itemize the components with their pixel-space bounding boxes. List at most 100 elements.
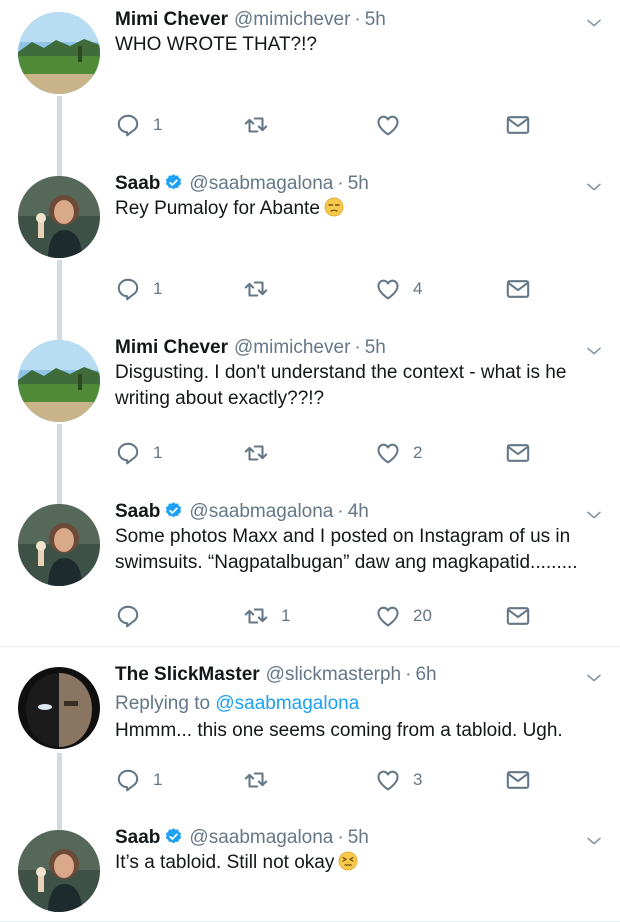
thread-line <box>57 424 62 490</box>
chevron-down-icon[interactable] <box>585 669 603 687</box>
display-name[interactable]: Saab <box>115 501 160 522</box>
retweet-button[interactable] <box>243 439 281 467</box>
thread-line <box>57 753 62 820</box>
timestamp[interactable]: 5h <box>348 173 369 194</box>
verified-badge-icon <box>164 501 183 520</box>
display-name[interactable]: Mimi Chever <box>115 9 228 30</box>
tweet[interactable]: Mimi Chever @mimichever · 5h WHO WROTE THAT… <box>0 0 620 162</box>
direct-message-button[interactable] <box>505 275 531 303</box>
action-bar: 1 4 <box>115 275 545 303</box>
user-handle[interactable]: @saabmagalona <box>189 173 333 194</box>
retweet-icon <box>243 276 269 302</box>
user-handle[interactable]: @mimichever <box>234 9 350 30</box>
like-button[interactable]: 3 <box>375 766 422 794</box>
direct-message-icon <box>505 112 531 138</box>
tweet[interactable]: Saab @saabmagalona · 4h Some photos Maxx an… <box>0 490 620 646</box>
replying-to-label: Replying to <box>115 693 211 714</box>
like-button[interactable]: 4 <box>375 275 422 303</box>
retweet-button[interactable] <box>243 766 281 794</box>
user-handle[interactable]: @saabmagalona <box>189 827 333 848</box>
retweet-icon <box>243 767 269 793</box>
tweet[interactable]: Saab @saabmagalona · 5h Rey Pumaloy for Aba… <box>0 162 620 326</box>
tweet-text: Hmmm... this one seems coming from a tab… <box>115 720 563 741</box>
chevron-down-icon[interactable] <box>585 342 603 360</box>
tweet-text: Rey Pumaloy for Abante <box>115 198 320 219</box>
timestamp[interactable]: 5h <box>348 827 369 848</box>
separator-dot: · <box>354 9 361 30</box>
retweet-button[interactable] <box>243 275 281 303</box>
reply-button[interactable]: 1 <box>115 111 162 139</box>
replying-to-line: Replying to @saabmagalona <box>115 691 595 717</box>
avatar[interactable] <box>18 176 100 258</box>
direct-message-button[interactable] <box>505 602 531 630</box>
avatar[interactable] <box>18 667 100 749</box>
reply-button[interactable]: 1 <box>115 766 162 794</box>
thread-line <box>57 260 62 326</box>
like-icon <box>375 440 401 466</box>
tweet-text: It’s a tabloid. Still not okay <box>115 852 335 873</box>
avatar[interactable] <box>18 504 100 586</box>
direct-message-icon <box>505 440 531 466</box>
tweet-header: The SlickMaster @slickmasterph · 6h <box>115 663 437 687</box>
tweet[interactable]: Mimi Chever @mimichever · 5h Disgusting. I … <box>0 326 620 490</box>
avatar[interactable] <box>18 830 100 912</box>
user-handle[interactable]: @mimichever <box>234 337 350 358</box>
chevron-down-icon[interactable] <box>585 178 603 196</box>
timestamp[interactable]: 4h <box>348 501 369 522</box>
display-name[interactable]: Mimi Chever <box>115 337 228 358</box>
like-count: 20 <box>413 606 432 625</box>
reply-button[interactable]: 1 <box>115 275 162 303</box>
action-bar: 1 20 <box>115 602 545 630</box>
like-icon <box>375 603 401 629</box>
reply-icon <box>115 603 141 629</box>
like-icon <box>375 112 401 138</box>
direct-message-button[interactable] <box>505 111 531 139</box>
like-button[interactable]: 2 <box>375 439 422 467</box>
tweet-text-block: It’s a tabloid. Still not okay <box>115 850 595 876</box>
separator-dot: · <box>337 501 344 522</box>
mention-link[interactable]: @saabmagalona <box>215 693 359 714</box>
direct-message-button[interactable] <box>505 439 531 467</box>
timestamp[interactable]: 6h <box>415 664 436 685</box>
like-button[interactable]: 20 <box>375 602 432 630</box>
avatar[interactable] <box>18 12 100 94</box>
reply-icon <box>115 276 141 302</box>
reply-icon <box>115 112 141 138</box>
retweet-icon <box>243 603 269 629</box>
display-name[interactable]: The SlickMaster <box>115 664 260 685</box>
like-count: 2 <box>413 443 423 462</box>
retweet-icon <box>243 440 269 466</box>
timestamp[interactable]: 5h <box>365 337 386 358</box>
retweet-button[interactable]: 1 <box>243 602 290 630</box>
display-name[interactable]: Saab <box>115 827 160 848</box>
direct-message-icon <box>505 276 531 302</box>
timestamp[interactable]: 5h <box>365 9 386 30</box>
direct-message-button[interactable] <box>505 766 531 794</box>
reply-icon <box>115 767 141 793</box>
separator-dot: · <box>337 827 344 848</box>
avatar[interactable] <box>18 340 100 422</box>
retweet-count: 1 <box>281 606 291 625</box>
tweet-header: Saab @saabmagalona · 4h <box>115 500 369 524</box>
chevron-down-icon[interactable] <box>585 832 603 850</box>
retweet-button[interactable] <box>243 111 281 139</box>
reply-button[interactable]: 1 <box>115 439 162 467</box>
user-handle[interactable]: @slickmasterph <box>266 664 401 685</box>
chevron-down-icon[interactable] <box>585 506 603 524</box>
tweet-header: Mimi Chever @mimichever · 5h <box>115 8 386 32</box>
chevron-down-icon[interactable] <box>585 14 603 32</box>
thread-line <box>57 820 62 830</box>
tweet-header: Saab @saabmagalona · 5h <box>115 826 369 850</box>
tweet[interactable]: Saab @saabmagalona · 5h It’s a tabloid. Sti… <box>0 820 620 922</box>
tweet[interactable]: The SlickMaster @slickmasterph · 6h Replyin… <box>0 647 620 820</box>
tweet-text: Some photos Maxx and I posted on Instagr… <box>115 526 578 573</box>
user-handle[interactable]: @saabmagalona <box>189 501 333 522</box>
tweet-text: Disgusting. I don't understand the conte… <box>115 362 567 409</box>
reply-button[interactable] <box>115 602 153 630</box>
display-name[interactable]: Saab <box>115 173 160 194</box>
direct-message-icon <box>505 767 531 793</box>
thread-line <box>57 326 62 340</box>
like-button[interactable] <box>375 111 413 139</box>
like-count: 4 <box>413 279 423 298</box>
tweet-header: Saab @saabmagalona · 5h <box>115 172 369 196</box>
